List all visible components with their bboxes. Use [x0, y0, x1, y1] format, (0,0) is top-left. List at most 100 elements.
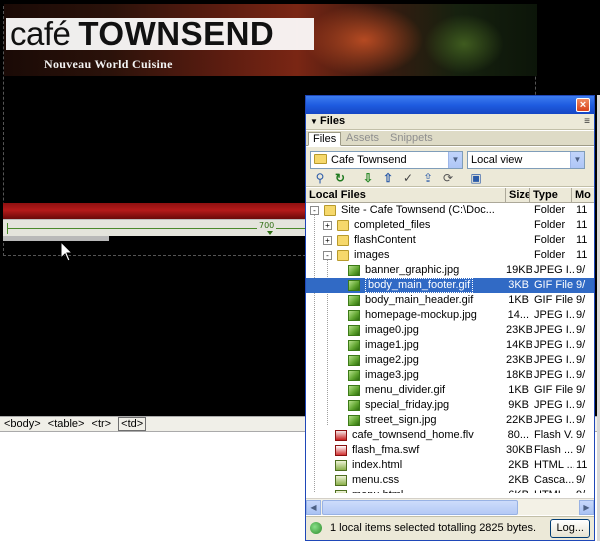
file-row[interactable]: image0.jpg 23KB JPEG I... 9/ — [306, 323, 594, 338]
file-size: 14... — [507, 309, 529, 321]
file-name: index.html — [352, 459, 403, 471]
file-size: 80... — [507, 429, 529, 441]
file-size: 2KB — [508, 474, 529, 486]
file-size: 18KB — [506, 369, 532, 381]
panel-tabs: Files Assets Snippets — [306, 131, 594, 146]
file-row[interactable]: homepage-mockup.jpg 14... JPEG I... 9/ — [306, 308, 594, 323]
file-modified: 11 — [576, 459, 588, 471]
collapse-triangle-icon[interactable]: ▼ — [310, 114, 318, 129]
file-row[interactable]: image2.jpg 23KB JPEG I... 9/ — [306, 353, 594, 368]
file-type: HTML ... — [534, 488, 574, 493]
file-name: image3.jpg — [365, 369, 419, 381]
check-out-icon[interactable]: ✓ — [400, 170, 416, 186]
column-local-files[interactable]: Local Files — [306, 188, 506, 203]
chevron-down-icon[interactable]: ▼ — [570, 152, 584, 168]
file-modified: 11 — [576, 219, 588, 231]
tag-tr[interactable]: <tr> — [92, 417, 112, 431]
synchronize-icon[interactable]: ⟳ — [440, 170, 456, 186]
image-file-icon — [348, 310, 360, 321]
file-row[interactable]: body_main_footer.gif 3KB GIF File 9/ — [306, 278, 594, 293]
image-file-icon — [348, 385, 360, 396]
file-row[interactable]: cafe_townsend_home.flv 80... Flash V...9/ — [306, 428, 594, 443]
column-size[interactable]: Size — [506, 188, 530, 203]
file-row[interactable]: menu.html6KBHTML ...9/ — [306, 488, 594, 493]
file-modified: 9/ — [576, 474, 586, 486]
tag-body[interactable]: <body> — [4, 417, 41, 431]
file-modified: 9/ — [576, 279, 586, 291]
file-row[interactable]: index.html 2KB HTML ... 11 — [306, 458, 594, 473]
file-name: homepage-mockup.jpg — [365, 309, 477, 321]
chevron-down-icon[interactable]: ▼ — [448, 152, 462, 168]
close-icon[interactable]: × — [576, 98, 590, 112]
tab-files[interactable]: Files — [308, 132, 342, 146]
scroll-right-icon[interactable]: ▶ — [579, 500, 594, 515]
scrollbar-thumb[interactable] — [322, 500, 518, 515]
file-row[interactable]: body_main_header.gif 1KB GIF File 9/ — [306, 293, 594, 308]
file-row[interactable]: + flashContent Folder 11 — [306, 233, 594, 248]
panel-group-header[interactable]: ▼ Files ≡ — [306, 114, 594, 130]
file-name: completed_files — [354, 219, 431, 231]
file-type: HTML ... — [534, 459, 574, 471]
file-modified: 9/ — [576, 444, 586, 456]
file-row[interactable]: menu.css 2KB Casca... 9/ — [306, 473, 594, 488]
file-type: Folder — [534, 204, 566, 216]
panel-titlebar[interactable]: × — [306, 96, 594, 114]
get-files-icon[interactable]: ⇩ — [360, 170, 376, 186]
file-name: menu.html — [352, 488, 504, 493]
file-name: image0.jpg — [365, 324, 419, 336]
file-modified: 9/ — [576, 339, 586, 351]
view-dropdown[interactable]: Local view ▼ — [467, 151, 585, 169]
cell-strip — [3, 236, 109, 241]
files-panel-window[interactable]: × ▼ Files ≡ Files Assets Snippets Cafe T… — [305, 95, 595, 541]
tag-td[interactable]: <td> — [118, 417, 147, 431]
collapse-icon[interactable]: - — [310, 206, 319, 215]
file-row[interactable]: image3.jpg 18KB JPEG I... 9/ — [306, 368, 594, 383]
connect-icon[interactable]: ⚲ — [312, 170, 328, 186]
check-in-icon[interactable]: ⇪ — [420, 170, 436, 186]
file-row[interactable]: - images Folder 11 — [306, 248, 594, 263]
file-type: JPEG I... — [534, 309, 574, 321]
expand-panel-icon[interactable]: ▣ — [468, 170, 484, 186]
file-size: 23KB — [506, 324, 532, 336]
file-name: banner_graphic.jpg — [365, 264, 460, 276]
file-name: street_sign.jpg — [365, 414, 437, 426]
file-type: JPEG I... — [534, 339, 574, 351]
tab-assets[interactable]: Assets — [342, 132, 383, 146]
file-row[interactable]: image1.jpg 14KB JPEG I... 9/ — [306, 338, 594, 353]
file-row[interactable]: flash_fma.swf 30KB Flash ... 9/ — [306, 443, 594, 458]
folder-icon — [337, 250, 349, 261]
header-banner-image[interactable]: café TOWNSEND Nouveau World Cuisine — [4, 4, 537, 76]
file-row[interactable]: menu_divider.gif 1KB GIF File 9/ — [306, 383, 594, 398]
file-row[interactable]: banner_graphic.jpg 19KB JPEG I... 9/ — [306, 263, 594, 278]
tag-table[interactable]: <table> — [48, 417, 85, 431]
expand-icon[interactable]: + — [323, 236, 332, 245]
file-row[interactable]: - Site - Cafe Townsend (C:\Doc... Folder 11 — [306, 203, 594, 218]
file-type: JPEG I... — [534, 264, 574, 276]
site-dropdown[interactable]: Cafe Townsend ▼ — [310, 151, 463, 169]
scroll-left-icon[interactable]: ◀ — [306, 500, 321, 515]
collapse-icon[interactable]: - — [323, 251, 332, 260]
file-list[interactable]: - Site - Cafe Townsend (C:\Doc... Folder 11… — [306, 203, 594, 493]
file-type: GIF File — [534, 294, 574, 306]
put-files-icon[interactable]: ⇧ — [380, 170, 396, 186]
column-modified[interactable]: Mo — [572, 188, 594, 203]
file-modified: 11 — [576, 204, 588, 216]
file-row[interactable]: + completed_files Folder 11 — [306, 218, 594, 233]
tab-snippets[interactable]: Snippets — [386, 132, 437, 146]
html-file-icon — [335, 460, 347, 471]
banner-light — [304, 4, 424, 76]
log-button[interactable]: Log... — [550, 519, 590, 538]
refresh-icon[interactable]: ↻ — [332, 170, 348, 186]
file-modified: 9/ — [576, 414, 586, 426]
file-size: 23KB — [506, 354, 532, 366]
panel-options-icon[interactable]: ≡ — [584, 114, 590, 129]
horizontal-scrollbar[interactable]: ◀ ▶ — [306, 498, 594, 515]
file-row[interactable]: special_friday.jpg 9KB JPEG I... 9/ — [306, 398, 594, 413]
file-type: GIF File — [534, 279, 574, 291]
ruler-dropdown-marker[interactable] — [267, 231, 273, 235]
file-row[interactable]: street_sign.jpg 22KB JPEG I... 9/ — [306, 413, 594, 428]
image-file-icon — [348, 340, 360, 351]
column-type[interactable]: Type — [530, 188, 572, 203]
expand-icon[interactable]: + — [323, 221, 332, 230]
folder-icon — [337, 220, 349, 231]
